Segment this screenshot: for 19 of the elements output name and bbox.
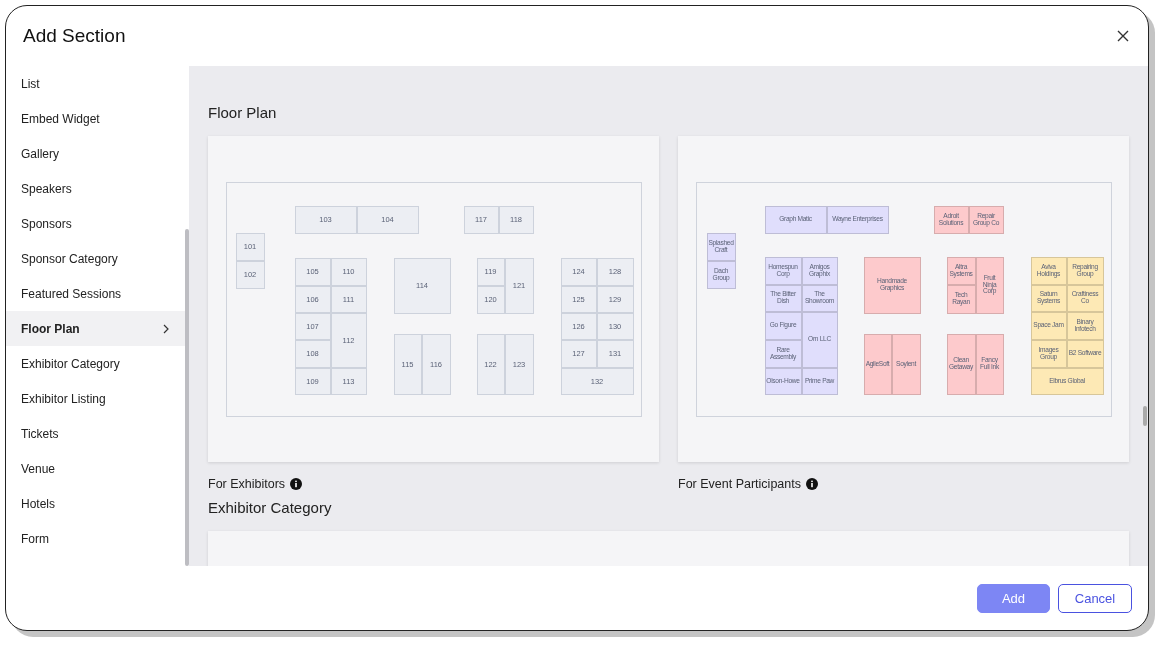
dialog-title: Add Section — [23, 25, 126, 47]
section-heading: Floor Plan — [208, 104, 278, 121]
sidebar-item[interactable]: Embed Widget — [6, 101, 189, 136]
sidebar-item[interactable]: List — [6, 66, 189, 101]
plan-caption: For Exhibitors — [208, 477, 286, 491]
sidebar-item[interactable]: Speakers — [6, 171, 189, 206]
sidebar-item[interactable]: Featured Sessions — [6, 276, 189, 311]
sidebar-item[interactable]: Exhibitor Category — [6, 346, 189, 381]
sidebar-item[interactable]: Exhibitor Listing — [6, 381, 189, 416]
sidebar-item[interactable]: Sponsors — [6, 206, 189, 241]
sidebar-item[interactable]: Hotels — [6, 486, 189, 521]
sidebar-item[interactable]: Tickets — [6, 416, 189, 451]
section-heading: Exhibitor Category — [208, 499, 333, 516]
sidebar-item[interactable]: Sponsor Category — [6, 241, 189, 276]
sidebar-item[interactable]: Gallery — [6, 136, 189, 171]
plan-caption: For Event Participants — [678, 477, 801, 491]
cancel-button[interactable]: Cancel — [1058, 583, 1132, 613]
sidebar-item[interactable]: Form — [6, 521, 189, 556]
sidebar-item[interactable]: Venue — [6, 451, 189, 486]
